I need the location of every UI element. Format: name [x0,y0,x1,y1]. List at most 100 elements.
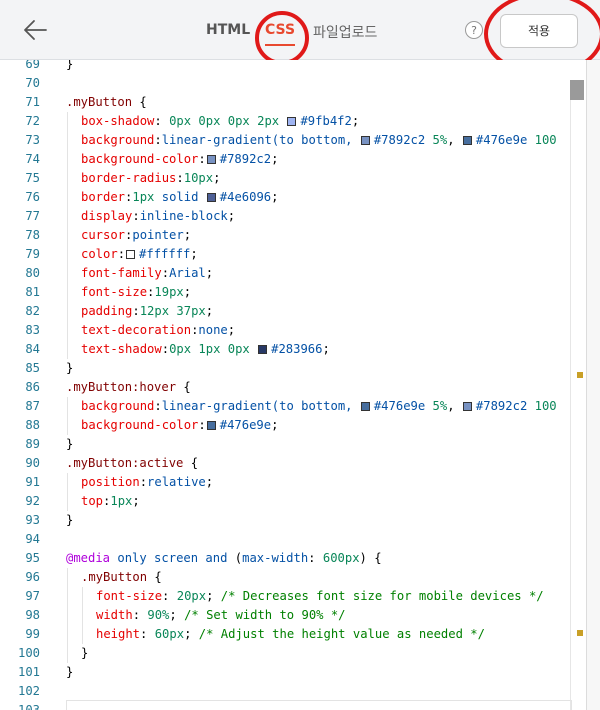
code-token: ; [183,228,192,242]
code-line[interactable]: 87 background:linear-gradient(to bottom, … [0,397,586,416]
code-line[interactable]: 90 .myButton:active { [0,454,586,473]
code-token: ; [205,266,214,280]
code-token: background [81,399,155,413]
code-line[interactable]: 70 [0,74,586,93]
code-line[interactable]: 71 .myButton { [0,93,586,112]
code-line[interactable]: 74 background-color: #7892c2; [0,150,586,169]
code-line[interactable]: 78 cursor:pointer; [0,226,586,245]
indent-guide [67,264,68,283]
color-swatch-icon[interactable] [126,250,136,259]
tab-css[interactable]: CSS [265,22,296,46]
tab-file-upload[interactable]: 파일업로드 [313,22,377,42]
top-bar: HTML CSS 파일업로드 ? 적용 [0,0,600,76]
code-line[interactable]: 82 padding:12px 37px; [0,302,586,321]
code-token: 1px [110,494,133,508]
code-line[interactable]: 97 font-size: 20px; /* Decreases font siz… [0,587,586,606]
code-text: text-decoration:none; [81,321,235,340]
code-line[interactable]: 96 .myButton { [0,568,586,587]
code-token: background-color [81,152,199,166]
code-text: @media only screen and (max-width: 600px… [66,549,382,568]
color-swatch-icon[interactable] [462,402,472,411]
code-line[interactable]: 99 height: 60px; /* Adjust the height val… [0,625,586,644]
color-swatch-icon[interactable] [258,345,268,354]
code-line[interactable]: 69} [0,60,586,74]
indent-guide [67,340,68,359]
code-text: background:linear-gradient(to bottom, #4… [81,397,557,416]
code-text: .myButton { [81,568,162,587]
code-line[interactable]: 89} [0,435,586,454]
code-token: ; [190,247,198,261]
color-swatch-icon[interactable] [360,402,370,411]
scrollbar-thumb[interactable] [570,80,584,100]
code-token: display [81,209,133,223]
code-line[interactable]: 77 display:inline-block; [0,207,586,226]
code-token: { [132,95,147,109]
scrollbar-track[interactable] [570,80,587,710]
code-editor[interactable]: 69} 70 71 .myButton {72 box-shadow: 0px 0px … [0,60,600,710]
code-line[interactable]: 83 text-decoration:none; [0,321,586,340]
back-arrow-icon[interactable] [22,17,48,43]
code-line[interactable]: 92 top:1px; [0,492,586,511]
code-line[interactable]: 93} [0,511,586,530]
code-line[interactable]: 85} [0,359,586,378]
code-token: ) { [359,551,382,565]
code-line[interactable]: 88 background-color: #476e9e; [0,416,586,435]
indent-guide [82,587,83,606]
code-line[interactable]: 101} [0,663,586,682]
code-token: #7892c2 [219,152,272,166]
color-swatch-icon[interactable] [360,136,370,145]
code-token: 12px 37px [139,304,206,318]
code-line[interactable]: 73 background:linear-gradient(to bottom, … [0,131,586,150]
code-line[interactable]: 79 color: #ffffff; [0,245,586,264]
code-text: padding:12px 37px; [81,302,213,321]
code-line[interactable]: 75 border-radius:10px; [0,169,586,188]
line-number: 88 [25,418,40,432]
code-text: background-color: #7892c2; [81,150,278,169]
code-token: } [81,646,89,660]
line-number: 78 [25,228,40,242]
line-number: 102 [17,684,40,698]
code-text: font-family:Arial; [81,264,213,283]
code-token: } [66,513,74,527]
line-number: 70 [25,76,40,90]
line-number: 77 [25,209,40,223]
color-swatch-icon[interactable] [206,193,216,202]
code-line[interactable]: 84 text-shadow:0px 1px 0px #283966; [0,340,586,359]
code-line[interactable]: 76 border:1px solid #4e6096; [0,188,586,207]
code-text: border:1px solid #4e6096; [81,188,278,207]
code-token: linear-gradient(to bottom, [161,399,360,413]
code-token: none [198,323,228,337]
line-number: 101 [17,665,40,679]
code-line[interactable]: 102 [0,682,586,701]
code-line[interactable]: 80 font-family:Arial; [0,264,586,283]
color-swatch-icon[interactable] [206,155,216,164]
code-line[interactable]: 95 @media only screen and (max-width: 600… [0,549,586,568]
help-icon[interactable]: ? [465,21,483,39]
editor-bottom-box [66,700,572,710]
code-text: } [81,644,88,663]
color-swatch-icon[interactable] [462,136,472,145]
line-number: 100 [17,646,40,660]
code-line[interactable]: 100} [0,644,586,663]
code-line[interactable]: 72 box-shadow: 0px 0px 0px 2px #9fb4f2; [0,112,586,131]
code-line[interactable]: 91 position:relative; [0,473,586,492]
code-token: , [447,133,462,147]
color-swatch-icon[interactable] [206,421,216,430]
code-token: : [132,608,148,622]
code-token: #7892c2 [475,399,535,413]
code-line[interactable]: 98 width: 90%; /* Set width to 90% */ [0,606,586,625]
apply-button[interactable]: 적용 [500,14,578,48]
tab-html[interactable]: HTML [206,22,250,38]
code-lines[interactable]: 69} 70 71 .myButton {72 box-shadow: 0px 0px … [0,60,586,710]
code-token: : [308,551,323,565]
code-line[interactable]: 94 [0,530,586,549]
line-number: 92 [25,494,40,508]
code-line[interactable]: 81 font-size:19px; [0,283,586,302]
code-token: ; [227,209,236,223]
color-swatch-icon[interactable] [287,117,297,126]
code-token: } [66,60,74,71]
line-number: 96 [25,570,40,584]
code-token: ; [227,323,236,337]
code-token: 20px [176,589,207,603]
code-line[interactable]: 86 .myButton:hover { [0,378,586,397]
